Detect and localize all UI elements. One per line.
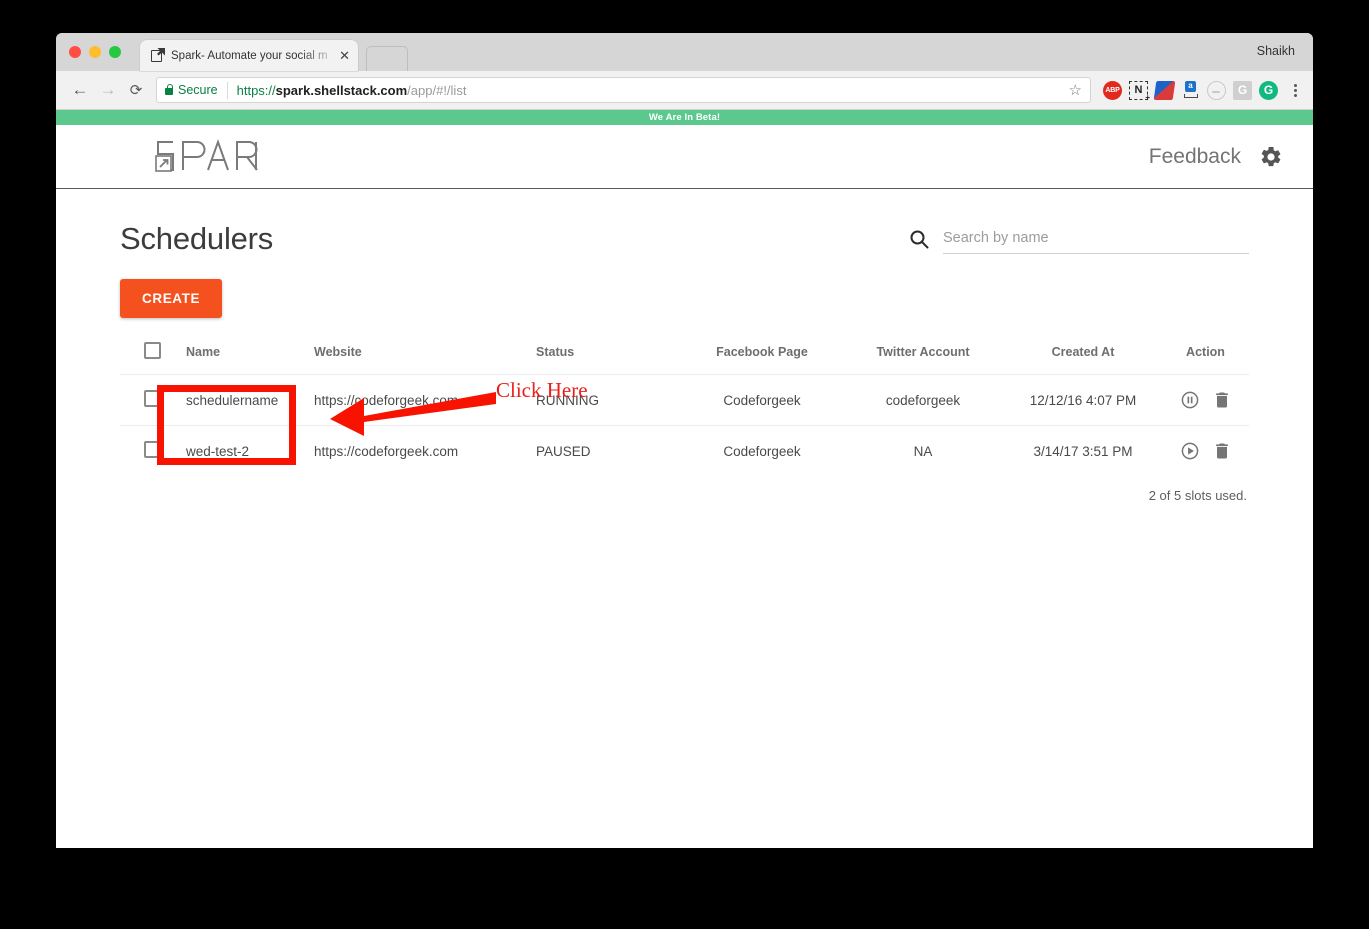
select-all-header xyxy=(120,332,186,375)
trash-icon[interactable] xyxy=(1212,390,1232,410)
browser-tab-strip: Spark- Automate your social m ✕ Shaikh xyxy=(56,33,1313,71)
search-input[interactable] xyxy=(943,227,1249,254)
pause-circle-icon[interactable] xyxy=(1180,390,1200,410)
schedulers-table: Name Website Status Facebook Page Twitte… xyxy=(120,332,1249,476)
url-path: /app/#!/list xyxy=(407,82,467,98)
column-header-facebook-page[interactable]: Facebook Page xyxy=(682,332,842,375)
cell-facebook-page: Codeforgeek xyxy=(682,425,842,476)
cell-facebook-page: Codeforgeek xyxy=(682,374,842,426)
cell-website: https://codeforgeek.com xyxy=(314,374,536,426)
grammarly-assistant-extension-icon[interactable]: a xyxy=(1181,80,1200,100)
browser-profile-name[interactable]: Shaikh xyxy=(1257,44,1295,58)
create-button[interactable]: CREATE xyxy=(120,279,223,318)
column-header-created-at[interactable]: Created At xyxy=(1004,332,1162,375)
secure-label: Secure xyxy=(178,83,218,97)
cell-name: wed-test-2 xyxy=(186,425,314,476)
trash-icon[interactable] xyxy=(1212,441,1232,461)
row-checkbox[interactable] xyxy=(144,441,161,458)
cell-status: PAUSED xyxy=(536,425,682,476)
select-all-checkbox[interactable] xyxy=(144,342,161,359)
row-actions xyxy=(1162,441,1249,461)
url-host: spark.shellstack.com xyxy=(275,82,408,98)
minimize-window-button[interactable] xyxy=(89,46,101,58)
extension-tray: ABP N a G G xyxy=(1099,80,1303,102)
page-title: Schedulers xyxy=(120,221,274,256)
search-icon xyxy=(909,229,929,249)
pocket-extension-icon[interactable] xyxy=(1153,80,1176,100)
table-row: wed-test-2 https://codeforgeek.com PAUSE… xyxy=(120,425,1249,476)
column-header-status[interactable]: Status xyxy=(536,332,682,375)
close-window-button[interactable] xyxy=(69,46,81,58)
browser-tab-active[interactable]: Spark- Automate your social m ✕ xyxy=(140,40,358,71)
feedback-link[interactable]: Feedback xyxy=(1149,145,1241,169)
column-header-action: Action xyxy=(1186,345,1225,359)
column-header-twitter-account[interactable]: Twitter Account xyxy=(842,332,1004,375)
row-actions xyxy=(1162,390,1249,410)
browser-toolbar: ← → ⟳ Secure https://spark.shellstack.co… xyxy=(56,71,1313,110)
adblock-plus-extension-icon[interactable]: ABP xyxy=(1103,80,1122,100)
cell-name: schedulername xyxy=(186,374,314,426)
secure-badge[interactable]: Secure xyxy=(165,81,228,99)
app-header: Feedback xyxy=(56,125,1313,189)
page-title-row: Schedulers xyxy=(120,189,1249,257)
cell-website: https://codeforgeek.com xyxy=(314,425,536,476)
url-scheme: https:// xyxy=(236,82,276,98)
address-bar[interactable]: Secure https://spark.shellstack.com/app/… xyxy=(156,77,1091,103)
google-extension-icon[interactable]: G xyxy=(1233,80,1252,100)
browser-window: Spark- Automate your social m ✕ Shaikh ←… xyxy=(56,33,1313,848)
cell-twitter-account: codeforgeek xyxy=(842,374,1004,426)
cell-created-at: 3/14/17 3:51 PM xyxy=(1004,425,1162,476)
back-icon[interactable]: ← xyxy=(66,76,94,104)
window-traffic-lights xyxy=(69,46,121,58)
search-container xyxy=(909,227,1249,257)
cell-status: RUNNING xyxy=(536,374,682,426)
create-button-zone: CREATE xyxy=(120,257,1249,318)
lock-icon xyxy=(165,83,174,95)
column-header-website[interactable]: Website xyxy=(314,332,536,375)
maximize-window-button[interactable] xyxy=(109,46,121,58)
gear-icon[interactable] xyxy=(1259,145,1283,169)
app-header-actions: Feedback xyxy=(1149,145,1283,169)
table-header-row: Name Website Status Facebook Page Twitte… xyxy=(120,332,1249,375)
grammarly-extension-icon[interactable]: G xyxy=(1259,80,1278,100)
bookmark-star-icon[interactable]: ☆ xyxy=(1061,81,1082,99)
beta-banner: We Are In Beta! xyxy=(56,110,1313,125)
main-content: Schedulers CREATE xyxy=(56,189,1313,503)
forward-icon[interactable]: → xyxy=(94,76,122,104)
browser-menu-icon[interactable] xyxy=(1287,83,1303,97)
spark-favicon xyxy=(150,47,165,63)
cell-created-at: 12/12/16 4:07 PM xyxy=(1004,374,1162,426)
page-viewport: We Are In Beta! Feedback Schedulers Sear… xyxy=(56,110,1313,847)
cell-twitter-account: NA xyxy=(842,425,1004,476)
tab-close-icon[interactable]: ✕ xyxy=(339,49,350,62)
evernote-clipper-extension-icon[interactable]: N xyxy=(1129,80,1150,102)
spark-logo[interactable] xyxy=(152,138,262,175)
table-row: schedulername https://codeforgeek.com RU… xyxy=(120,374,1249,426)
generic-circle-extension-icon[interactable] xyxy=(1207,80,1226,100)
tab-title: Spark- Automate your social m xyxy=(171,49,328,62)
reload-icon[interactable]: ⟳ xyxy=(122,76,150,104)
slots-used-text: 2 of 5 slots used. xyxy=(1148,488,1247,503)
row-checkbox[interactable] xyxy=(144,390,161,407)
play-circle-icon[interactable] xyxy=(1180,441,1200,461)
new-tab-button[interactable] xyxy=(366,46,408,71)
column-header-name[interactable]: Name xyxy=(186,332,314,375)
